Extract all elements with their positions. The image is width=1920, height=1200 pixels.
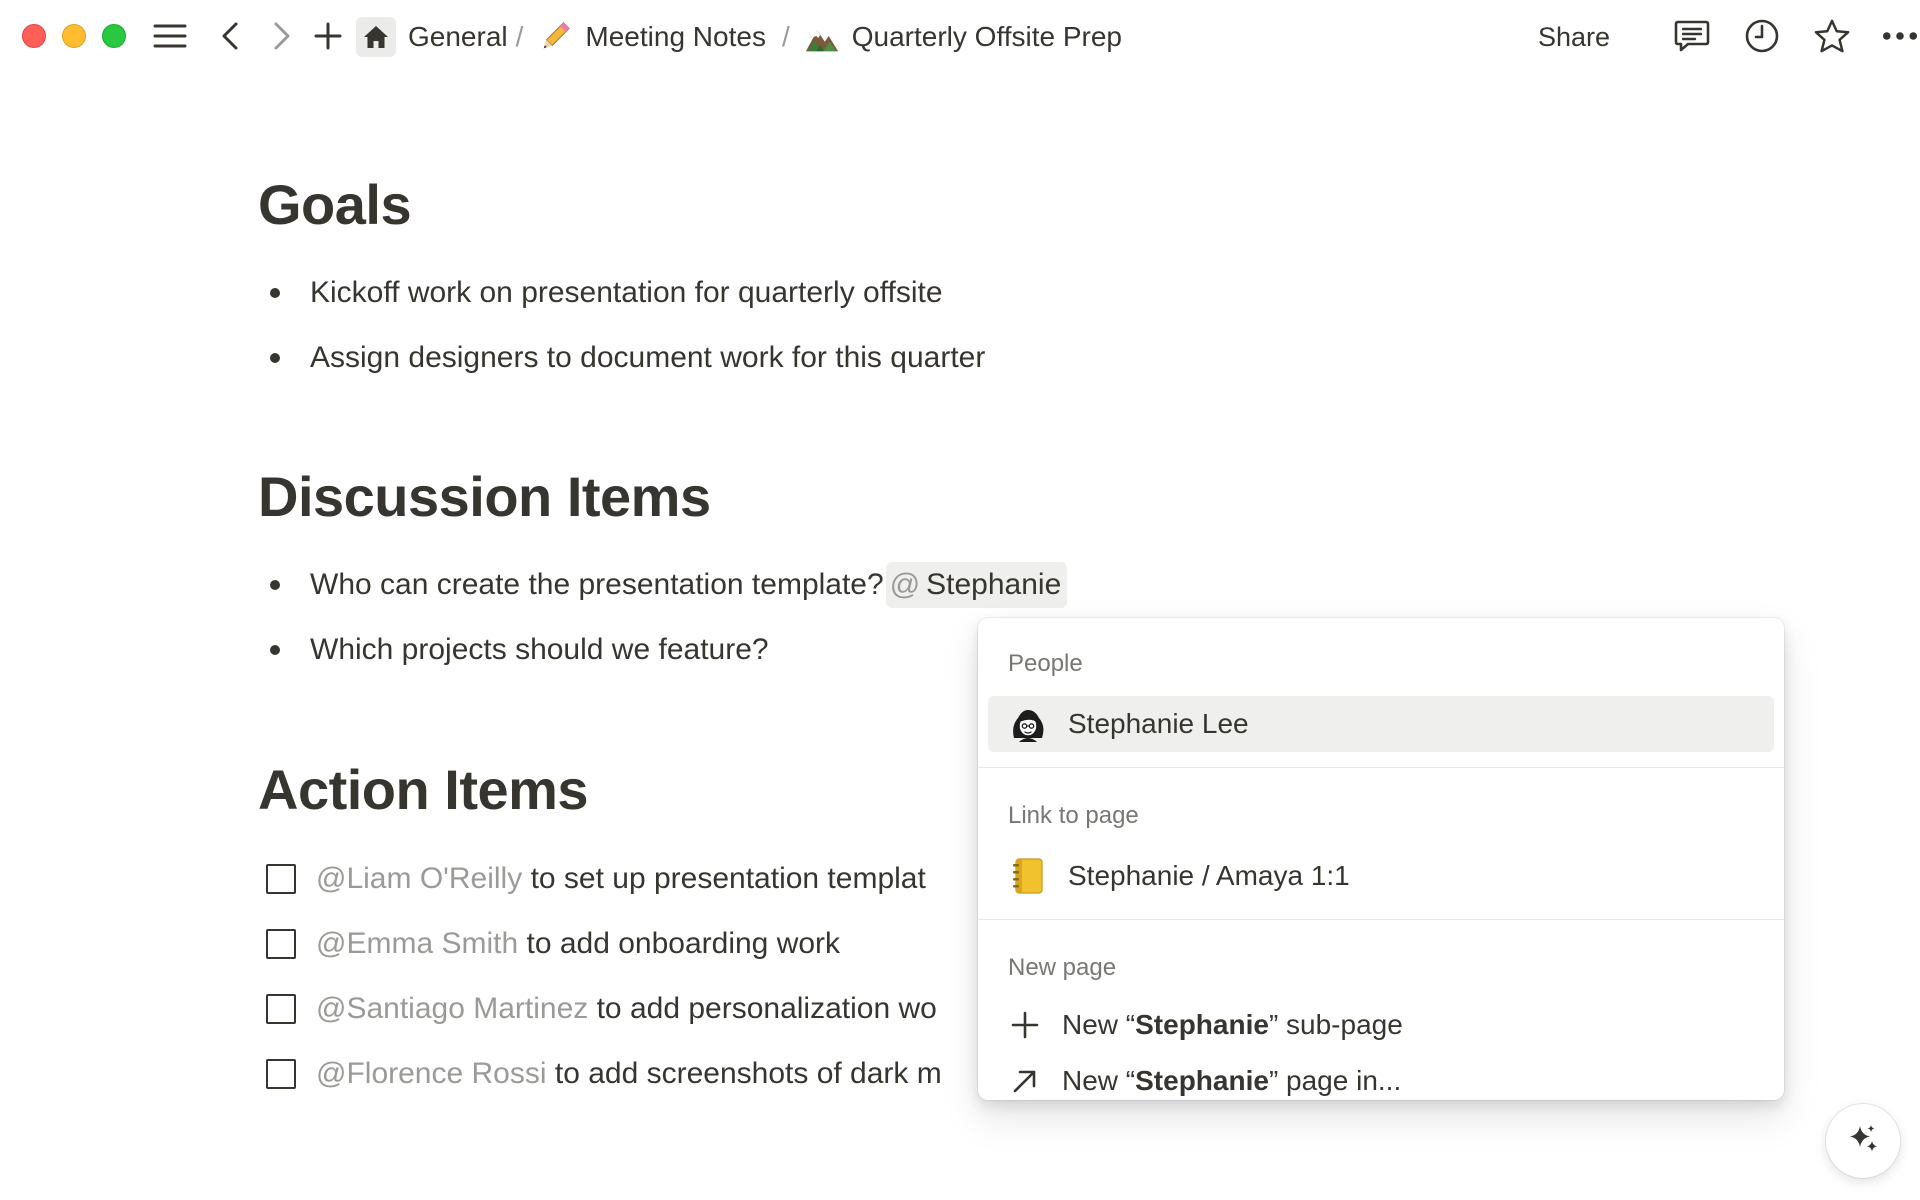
todo-item[interactable]: @Santiago Martinez to add personalizatio… bbox=[266, 984, 986, 1034]
list-item-text: Which projects should we feature? bbox=[310, 633, 769, 666]
list-item[interactable]: Which projects should we feature? bbox=[270, 625, 769, 675]
list-item[interactable]: Assign designers to document work for th… bbox=[270, 333, 985, 383]
menu-item-person[interactable]: Stephanie Lee bbox=[988, 696, 1774, 752]
menu-section-link-to-page: Link to page bbox=[1008, 802, 1139, 829]
forward-icon[interactable] bbox=[264, 18, 300, 54]
plus-icon bbox=[1008, 1005, 1042, 1045]
list-item-text: Who can create the presentation template… bbox=[310, 568, 884, 601]
mention-menu: People Stephanie Lee Link to page Stepha… bbox=[978, 618, 1784, 1100]
bullet-icon bbox=[270, 288, 280, 298]
favorite-star-icon[interactable] bbox=[1814, 18, 1850, 54]
todo-item[interactable]: @Florence Rossi to add screenshots of da… bbox=[266, 1049, 986, 1099]
todo-checkbox[interactable] bbox=[266, 1059, 296, 1089]
avatar bbox=[1008, 704, 1048, 744]
menu-item-link-page[interactable]: Stephanie / Amaya 1:1 bbox=[988, 848, 1774, 904]
todo-checkbox[interactable] bbox=[266, 864, 296, 894]
todo-item[interactable]: @Emma Smith to add onboarding work bbox=[266, 919, 986, 969]
heading-discussion-items[interactable]: Discussion Items bbox=[258, 464, 711, 529]
new-subpage-prefix: New “ bbox=[1062, 1009, 1136, 1040]
sidebar-toggle-icon[interactable] bbox=[152, 18, 188, 54]
title-bar: General / Meeting Notes / Quarterly Offs… bbox=[0, 0, 1920, 74]
bullet-icon bbox=[270, 645, 280, 655]
mention-at-symbol: @ bbox=[889, 568, 921, 601]
list-item[interactable]: Who can create the presentation template… bbox=[270, 560, 1068, 610]
breadcrumb-current-page[interactable]: Quarterly Offsite Prep bbox=[852, 21, 1122, 53]
new-subpage-query: Stephanie bbox=[1135, 1009, 1269, 1040]
new-page-in-prefix: New “ bbox=[1062, 1065, 1136, 1096]
list-item[interactable]: Kickoff work on presentation for quarter… bbox=[270, 268, 943, 318]
list-item-text: Assign designers to document work for th… bbox=[310, 341, 986, 374]
todo-text: to set up presentation templat bbox=[522, 862, 926, 895]
mention-query-text: Stephanie bbox=[926, 568, 1062, 601]
heading-goals[interactable]: Goals bbox=[258, 172, 412, 237]
menu-section-people: People bbox=[1008, 650, 1083, 677]
breadcrumb-separator: / bbox=[515, 21, 524, 52]
mountain-icon bbox=[804, 19, 840, 55]
person-mention[interactable]: @Santiago Martinez bbox=[316, 992, 588, 1026]
todo-item[interactable]: @Liam O'Reilly to set up presentation te… bbox=[266, 854, 986, 904]
pencil-icon bbox=[537, 19, 573, 55]
new-page-in-suffix: ” page in... bbox=[1268, 1065, 1402, 1096]
person-name: Stephanie Lee bbox=[1068, 708, 1249, 739]
history-icon[interactable] bbox=[1744, 18, 1780, 54]
menu-item-new-page-in[interactable]: New “Stephanie” page in... bbox=[1008, 1058, 1401, 1100]
new-page-icon[interactable] bbox=[310, 18, 346, 54]
window-minimize-button[interactable] bbox=[62, 24, 86, 48]
back-icon[interactable] bbox=[212, 18, 248, 54]
person-mention[interactable]: @Emma Smith bbox=[316, 927, 518, 961]
more-icon[interactable] bbox=[1882, 18, 1918, 54]
new-subpage-suffix: ” sub-page bbox=[1268, 1009, 1403, 1040]
breadcrumb-workspace[interactable]: General bbox=[408, 21, 508, 53]
breadcrumb-parent[interactable]: Meeting Notes bbox=[585, 21, 766, 53]
menu-divider bbox=[978, 919, 1784, 920]
mention-query-chip[interactable]: @ Stephanie bbox=[885, 562, 1068, 608]
todo-text: to add onboarding work bbox=[518, 927, 841, 960]
todo-text: to add personalization wo bbox=[588, 992, 937, 1025]
menu-section-new-page: New page bbox=[1008, 954, 1117, 981]
menu-divider bbox=[978, 767, 1784, 768]
breadcrumb-separator: / bbox=[781, 21, 790, 52]
heading-action-items[interactable]: Action Items bbox=[258, 757, 589, 822]
todo-checkbox[interactable] bbox=[266, 929, 296, 959]
share-button[interactable]: Share bbox=[1538, 18, 1610, 56]
link-page-title: Stephanie / Amaya 1:1 bbox=[1068, 860, 1350, 891]
window-zoom-button[interactable] bbox=[102, 24, 126, 48]
sparkle-icon bbox=[1846, 1122, 1880, 1161]
bullet-icon bbox=[270, 580, 280, 590]
todo-text: to add screenshots of dark m bbox=[546, 1057, 942, 1090]
ai-assistant-button[interactable] bbox=[1826, 1104, 1900, 1178]
notebook-icon bbox=[1008, 856, 1048, 896]
new-page-in-query: Stephanie bbox=[1135, 1065, 1269, 1096]
person-mention[interactable]: @Liam O'Reilly bbox=[316, 862, 522, 896]
arrow-up-right-icon bbox=[1008, 1061, 1042, 1100]
todo-checkbox[interactable] bbox=[266, 994, 296, 1024]
window-close-button[interactable] bbox=[22, 24, 46, 48]
breadcrumb: General / Meeting Notes / Quarterly Offs… bbox=[356, 17, 1122, 57]
bullet-icon bbox=[270, 353, 280, 363]
comments-icon[interactable] bbox=[1674, 18, 1710, 54]
home-icon[interactable] bbox=[356, 17, 396, 57]
menu-item-new-subpage[interactable]: New “Stephanie” sub-page bbox=[1008, 1002, 1403, 1048]
list-item-text: Kickoff work on presentation for quarter… bbox=[310, 276, 943, 309]
person-mention[interactable]: @Florence Rossi bbox=[316, 1057, 547, 1091]
